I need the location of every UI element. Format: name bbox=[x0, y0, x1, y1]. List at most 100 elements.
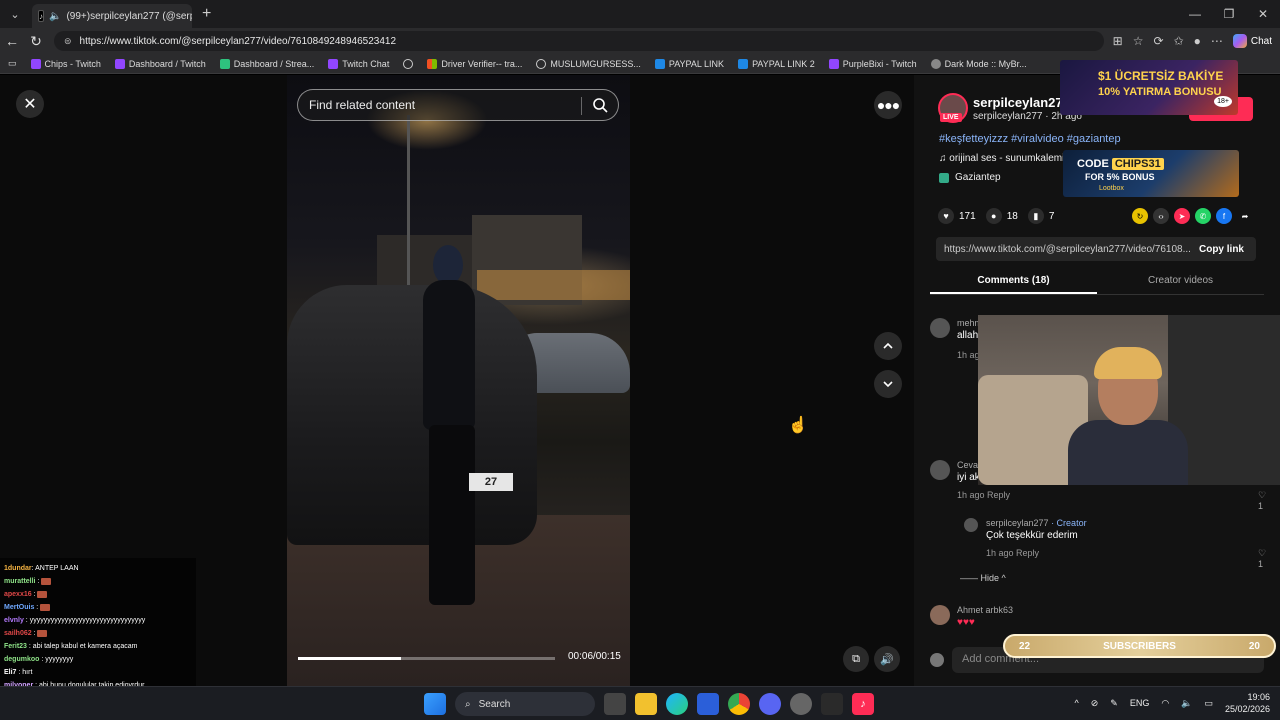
minimize-button[interactable]: — bbox=[1178, 0, 1212, 28]
related-search-input[interactable]: Find related content bbox=[297, 89, 619, 121]
share-buttons: ↻ ‹› ➤ ✆ f ➦ bbox=[1132, 208, 1253, 224]
creator-username[interactable]: serpilceylan277 bbox=[973, 95, 1070, 110]
picture-in-picture-button[interactable]: ⧉ bbox=[843, 646, 869, 672]
tab-comments[interactable]: Comments (18) bbox=[930, 273, 1097, 294]
chat-username[interactable]: degumkoo bbox=[4, 656, 39, 663]
extensions-icon[interactable]: ⟳ bbox=[1154, 34, 1164, 48]
comment-author[interactable]: Ahmet arbk63 bbox=[957, 605, 1013, 615]
whatsapp-icon[interactable]: ✆ bbox=[1195, 208, 1211, 224]
taskbar-search[interactable]: ⌕ Search bbox=[455, 692, 595, 716]
task-view-icon[interactable] bbox=[604, 693, 626, 715]
panel-tabs: Comments (18) Creator videos bbox=[930, 273, 1264, 295]
video-progress-bar[interactable] bbox=[298, 657, 555, 660]
embed-icon[interactable]: ‹› bbox=[1153, 208, 1169, 224]
bookmark-item[interactable]: Twitch Chat bbox=[328, 58, 389, 69]
wifi-icon[interactable]: ◠ bbox=[1161, 698, 1169, 709]
refresh-button[interactable]: ↻ bbox=[24, 33, 48, 50]
tab-list-button[interactable]: ⌄ bbox=[4, 4, 26, 24]
chat-username[interactable]: murattelli bbox=[4, 578, 36, 585]
chat-emote-icon bbox=[41, 577, 52, 585]
avatar[interactable] bbox=[964, 518, 978, 532]
bookmarks-menu-icon[interactable]: ▭ bbox=[8, 58, 17, 69]
tab-creator-videos[interactable]: Creator videos bbox=[1097, 273, 1264, 294]
previous-video-button[interactable] bbox=[874, 332, 902, 360]
url-field[interactable]: ⊜ https://www.tiktok.com/@serpilceylan27… bbox=[54, 31, 1104, 51]
menu-dots-icon[interactable]: ⋯ bbox=[1211, 34, 1223, 48]
avatar[interactable] bbox=[930, 605, 950, 625]
pen-icon[interactable]: ✎ bbox=[1110, 698, 1118, 709]
chat-username[interactable]: 1dundar bbox=[4, 565, 32, 572]
next-video-button[interactable] bbox=[874, 370, 902, 398]
volume-button[interactable]: 🔊 bbox=[874, 646, 900, 672]
favorites-icon[interactable]: ✩ bbox=[1174, 34, 1184, 48]
store-icon[interactable] bbox=[697, 693, 719, 715]
send-icon[interactable]: ➤ bbox=[1174, 208, 1190, 224]
restore-button[interactable]: ❐ bbox=[1212, 0, 1246, 28]
copilot-chat-button[interactable]: Chat bbox=[1232, 34, 1272, 48]
comment-like[interactable]: ♡ 1 bbox=[1258, 548, 1266, 569]
bookmark-item[interactable]: PAYPAL LINK 2 bbox=[738, 58, 815, 69]
profile-avatar-icon[interactable]: ● bbox=[1194, 34, 1201, 48]
chat-username[interactable]: Eli7 bbox=[4, 669, 16, 676]
comment-meta[interactable]: 1h ago Reply bbox=[957, 490, 1010, 500]
edge-icon[interactable] bbox=[666, 693, 688, 715]
bookmark-item[interactable]: Dashboard / Strea... bbox=[219, 58, 314, 69]
browser-tab[interactable]: ♪ 🔈 (99+)serpilceylan277 (@serpi ✕ bbox=[32, 4, 192, 28]
bookmark-item[interactable] bbox=[403, 58, 414, 69]
back-button[interactable]: ← bbox=[0, 33, 24, 49]
like-button[interactable]: ♥ 171 bbox=[938, 208, 976, 224]
site-info-icon[interactable]: ⊜ bbox=[64, 36, 72, 47]
language-indicator[interactable]: ENG bbox=[1130, 698, 1150, 708]
bookmark-item[interactable]: Dark Mode :: MyBr... bbox=[930, 58, 1027, 69]
hide-replies-button[interactable]: —— Hide ^ bbox=[960, 573, 1006, 583]
chat-username[interactable]: Ferit23 bbox=[4, 643, 27, 650]
taskbar-clock[interactable]: 19:06 25/02/2026 bbox=[1225, 691, 1270, 715]
avatar[interactable] bbox=[930, 460, 950, 480]
comment-like[interactable]: ♡ 1 bbox=[1258, 490, 1266, 511]
chat-username[interactable]: apexx16 bbox=[4, 591, 32, 598]
save-button[interactable]: ▮ 7 bbox=[1027, 208, 1054, 224]
chrome-icon[interactable] bbox=[728, 693, 750, 715]
favorite-star-icon[interactable]: ☆ bbox=[1133, 34, 1144, 48]
lootbox-ad-banner: CODE CHIPS31 FOR 5% BONUS Lootbox bbox=[1063, 150, 1239, 197]
obs-icon[interactable] bbox=[790, 693, 812, 715]
bookmark-item[interactable]: MUSLUMGURSESS... bbox=[536, 58, 641, 69]
apps-icon[interactable]: ⊞ bbox=[1113, 34, 1123, 48]
comment-meta[interactable]: 1h ago Reply bbox=[986, 548, 1039, 558]
bookmark-item[interactable]: PurpleBixi - Twitch bbox=[828, 58, 917, 69]
tiktok-icon[interactable]: ♪ bbox=[852, 693, 874, 715]
search-icon[interactable] bbox=[592, 97, 608, 113]
avatar[interactable] bbox=[930, 318, 950, 338]
chat-username[interactable]: elvnly bbox=[4, 617, 24, 624]
repost-icon[interactable]: ↻ bbox=[1132, 208, 1148, 224]
file-explorer-icon[interactable] bbox=[635, 693, 657, 715]
network-off-icon[interactable]: ⊘ bbox=[1091, 698, 1099, 709]
chat-username[interactable]: MertOuis bbox=[4, 604, 34, 611]
more-options-button[interactable]: ●●● bbox=[874, 91, 902, 119]
close-video-button[interactable]: ✕ bbox=[16, 90, 44, 118]
speaker-icon[interactable]: 🔈 bbox=[1181, 698, 1192, 709]
new-tab-button[interactable]: + bbox=[202, 5, 211, 23]
battery-icon[interactable]: ▭ bbox=[1204, 698, 1213, 709]
twitch-icon bbox=[328, 58, 339, 69]
chat-username[interactable]: sailh062 bbox=[4, 630, 32, 637]
sound-link[interactable]: ♫ orijinal ses - sunumkalemi bbox=[939, 153, 1064, 164]
bookmark-item[interactable]: Dashboard / Twitch bbox=[114, 58, 206, 69]
close-window-button[interactable]: ✕ bbox=[1246, 0, 1280, 28]
epic-games-icon[interactable] bbox=[821, 693, 843, 715]
bookmark-item[interactable]: Driver Verifier-- tra... bbox=[427, 58, 522, 69]
facebook-icon[interactable]: f bbox=[1216, 208, 1232, 224]
video-player[interactable]: 27 bbox=[287, 75, 630, 686]
bookmark-item[interactable]: Chips - Twitch bbox=[30, 58, 101, 69]
windows-start-icon[interactable] bbox=[424, 693, 446, 715]
share-arrow-icon[interactable]: ➦ bbox=[1237, 208, 1253, 224]
hashtags[interactable]: #keşfetteyizzz #viralvideo #gaziantep bbox=[939, 133, 1121, 145]
comment-button[interactable]: ● 18 bbox=[985, 208, 1018, 224]
bookmark-item[interactable]: PAYPAL LINK bbox=[654, 58, 724, 69]
comment-author[interactable]: Ceva bbox=[957, 460, 978, 470]
comment-author[interactable]: serpilceylan277 · Creator bbox=[986, 518, 1087, 528]
chevron-up-icon[interactable]: ^ bbox=[1075, 698, 1079, 708]
location-link[interactable]: Gaziantep bbox=[939, 172, 1001, 183]
discord-icon[interactable] bbox=[759, 693, 781, 715]
copy-link-button[interactable]: Copy link bbox=[1199, 244, 1244, 255]
